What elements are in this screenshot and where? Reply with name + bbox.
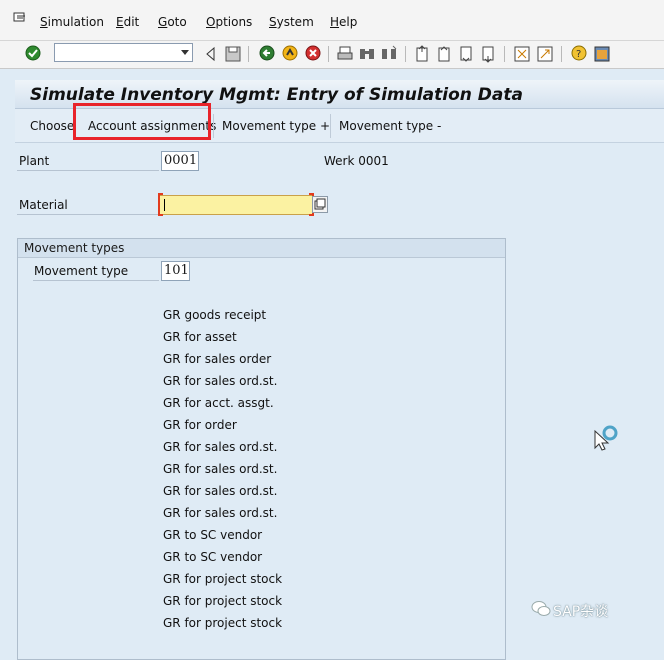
choose-button[interactable]: Choose xyxy=(30,119,74,133)
next-page-icon[interactable] xyxy=(457,45,475,63)
movement-type-description: GR for sales ord.st. xyxy=(163,374,278,388)
previous-page-icon[interactable] xyxy=(435,45,453,63)
movement-type-description: GR for sales ord.st. xyxy=(163,484,278,498)
menu-bar: Simulation Edit Goto Options System Help xyxy=(0,0,664,41)
movement-type-field[interactable]: 101 xyxy=(161,261,190,281)
menu-goto[interactable]: Goto xyxy=(158,15,187,29)
movement-type-plus-button[interactable]: Movement type + xyxy=(222,119,330,133)
movement-type-description: GR for asset xyxy=(163,330,237,344)
movement-type-description: GR to SC vendor xyxy=(163,528,263,542)
value-help-button[interactable] xyxy=(312,196,328,213)
movement-type-description: GR for project stock xyxy=(163,594,283,608)
material-field[interactable] xyxy=(159,195,314,215)
menu-options[interactable]: Options xyxy=(206,15,252,29)
movement-type-description: GR for sales ord.st. xyxy=(163,440,278,454)
last-page-icon[interactable] xyxy=(479,45,497,63)
help-icon[interactable]: ? xyxy=(570,44,588,62)
plant-description: Werk 0001 xyxy=(324,154,389,168)
find-icon[interactable] xyxy=(358,45,376,63)
chevron-down-icon[interactable] xyxy=(181,50,189,55)
plant-label: Plant xyxy=(19,154,50,168)
plant-field[interactable]: 0001 xyxy=(161,151,199,171)
menu-edit[interactable]: Edit xyxy=(116,15,139,29)
shortcut-icon[interactable] xyxy=(536,45,554,63)
movement-type-description: GR for order xyxy=(163,418,237,432)
movement-type-description: GR for acct. assgt. xyxy=(163,396,274,410)
menu-system[interactable]: System xyxy=(269,15,314,29)
movement-type-description: GR for project stock xyxy=(163,616,283,630)
print-icon[interactable] xyxy=(336,45,354,63)
material-label: Material xyxy=(19,198,68,212)
command-field[interactable] xyxy=(54,43,193,62)
first-page-icon[interactable] xyxy=(413,45,431,63)
movement-type-description: GR goods receipt xyxy=(163,308,267,322)
highlight-box xyxy=(73,103,211,140)
page-title: Simulate Inventory Mgmt: Entry of Simula… xyxy=(30,85,523,105)
mouse-pointer-icon xyxy=(594,425,618,451)
exit-icon[interactable] xyxy=(281,44,299,62)
layout-menu-icon[interactable] xyxy=(593,45,611,63)
cancel-icon[interactable] xyxy=(304,44,322,62)
group-title: Movement types xyxy=(24,241,125,255)
movement-type-description: GR for sales ord.st. xyxy=(163,506,278,520)
text-cursor xyxy=(164,199,165,211)
enter-icon[interactable] xyxy=(24,44,42,62)
back-icon[interactable] xyxy=(258,44,276,62)
movement-type-description: GR to SC vendor xyxy=(163,550,263,564)
svg-text:?: ? xyxy=(576,49,581,60)
create-session-icon[interactable] xyxy=(513,45,531,63)
movement-type-description: GR for sales order xyxy=(163,352,272,366)
value-help-icon xyxy=(314,198,326,210)
watermark: SAP杂谈 xyxy=(531,601,608,621)
movement-type-minus-button[interactable]: Movement type - xyxy=(339,119,441,133)
save-icon[interactable] xyxy=(224,45,242,63)
movement-type-description: GR for sales ord.st. xyxy=(163,462,278,476)
movement-type-description: GR for project stock xyxy=(163,572,283,586)
wechat-icon xyxy=(531,601,551,616)
menu-simulation[interactable]: Simulation xyxy=(40,15,104,29)
find-next-icon[interactable] xyxy=(380,45,398,63)
menu-help[interactable]: Help xyxy=(330,15,357,29)
back-nav-icon[interactable] xyxy=(202,45,220,63)
system-menu-icon[interactable] xyxy=(13,12,27,24)
movement-type-label: Movement type xyxy=(34,264,129,278)
